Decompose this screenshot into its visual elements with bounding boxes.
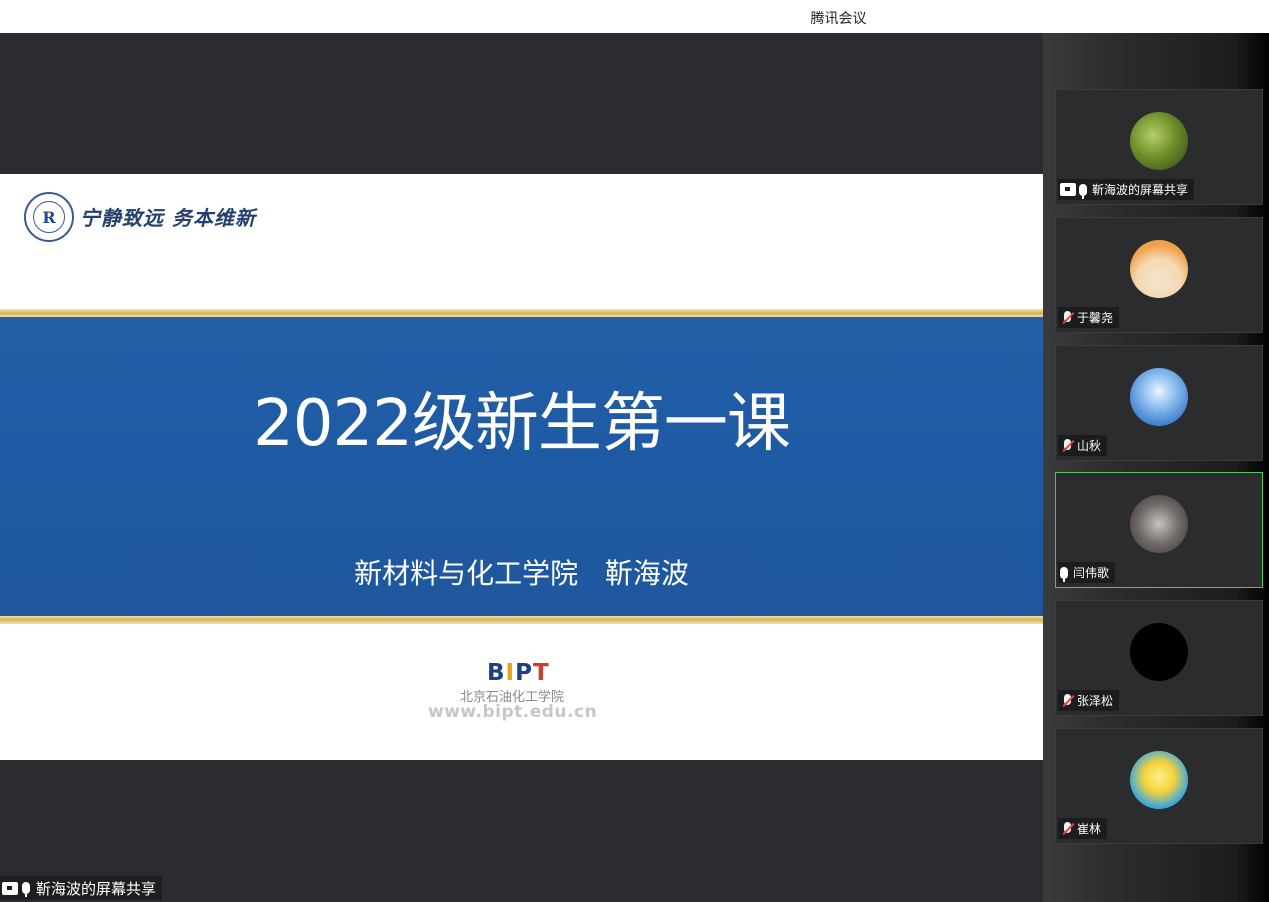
bipt-letter-b: B <box>487 660 506 686</box>
gold-divider-top <box>0 309 1043 317</box>
app-title: 腾讯会议 <box>810 11 867 27</box>
participant-tile[interactable]: 崔林 <box>1055 728 1263 844</box>
bipt-letter-i: I <box>505 660 516 686</box>
slide-subtitle: 新材料与化工学院 靳海波 <box>354 557 689 590</box>
participant-tile[interactable]: 靳海波的屏幕共享 <box>1055 89 1263 205</box>
participant-name: 于馨尧 <box>1077 311 1114 325</box>
university-logo: R <box>24 192 74 242</box>
participant-label: 靳海波的屏幕共享 <box>1058 179 1195 200</box>
mic-icon <box>1079 183 1087 199</box>
bipt-letter-t: T <box>532 660 550 686</box>
participant-label: 闫伟歌 <box>1058 562 1116 583</box>
slide-motto: 宁静致远 务本维新 <box>80 206 256 230</box>
gold-divider-bottom <box>0 616 1043 624</box>
cat-avatar <box>1130 240 1188 298</box>
mic-icon <box>22 882 30 897</box>
slide-title: 2022级新生第一课 <box>253 387 791 461</box>
participant-tile[interactable]: 张泽松 <box>1055 600 1263 716</box>
participant-name: 山秋 <box>1077 439 1102 453</box>
participant-name: 张泽松 <box>1077 694 1114 708</box>
screen-share-name: 靳海波的屏幕共享 <box>36 879 157 898</box>
logo-letter: R <box>33 201 65 233</box>
bipt-letter-p: P <box>515 660 533 686</box>
participant-label: 山秋 <box>1058 435 1108 456</box>
participant-label: 崔林 <box>1058 818 1108 839</box>
screen-share-icon <box>2 881 18 895</box>
mic-icon <box>1060 566 1068 582</box>
blue-figure-avatar <box>1130 368 1188 426</box>
yellow-face-avatar <box>1130 751 1188 809</box>
participant-tile[interactable]: 于馨尧 <box>1055 217 1263 333</box>
participant-name: 崔林 <box>1077 822 1102 836</box>
participant-name: 靳海波的屏幕共享 <box>1092 183 1189 197</box>
participant-label: 于馨尧 <box>1058 307 1120 328</box>
participant-tile-active[interactable]: 闫伟歌 <box>1055 472 1263 588</box>
screen-share-label: 靳海波的屏幕共享 <box>0 876 163 900</box>
mic-muted-icon <box>1060 310 1075 325</box>
mic-muted-icon <box>1060 693 1075 708</box>
screen-share-icon <box>1060 183 1076 196</box>
plant-avatar <box>1130 112 1188 170</box>
photo-avatar <box>1130 495 1188 553</box>
mic-muted-icon <box>1060 438 1075 453</box>
participant-label: 张泽松 <box>1058 690 1120 711</box>
bipt-logo: BIPT <box>487 660 550 686</box>
mic-muted-icon <box>1060 821 1075 836</box>
black-avatar <box>1130 623 1188 681</box>
school-url: www.bipt.edu.cn <box>428 702 598 722</box>
window-titlebar: 腾讯会议 <box>0 0 1269 33</box>
participant-name: 闫伟歌 <box>1073 566 1110 580</box>
participant-tile[interactable]: 山秋 <box>1055 345 1263 461</box>
